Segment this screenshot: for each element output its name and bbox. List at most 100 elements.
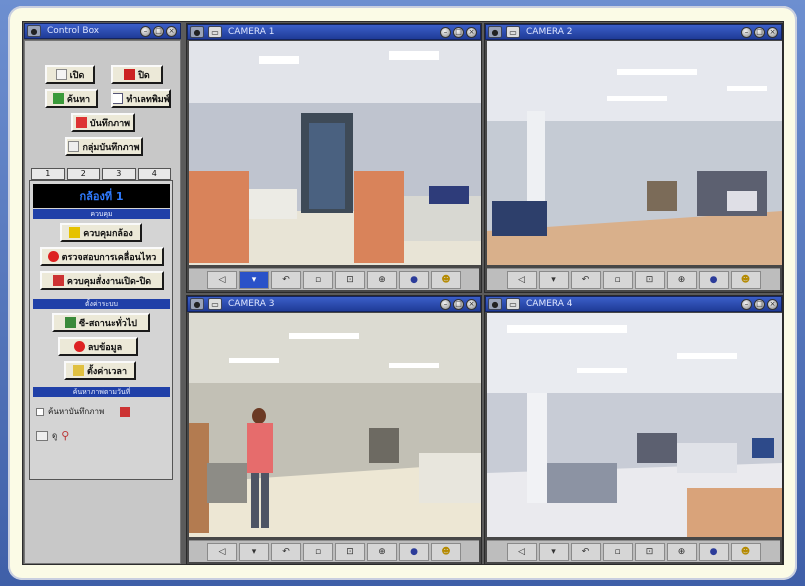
close-icon[interactable]: × xyxy=(767,298,778,310)
tab-3[interactable]: 3 xyxy=(102,168,136,180)
switch-control-button[interactable]: ควบคุมสั่งงานเปิด-ปิด xyxy=(40,271,164,290)
maximize-icon[interactable]: □ xyxy=(153,25,164,37)
magnifier-icon[interactable]: ⚲ xyxy=(61,429,69,442)
system-menu-icon[interactable]: ● xyxy=(190,298,204,310)
record-button[interactable]: บันทึกภาพ xyxy=(71,113,135,132)
search-record-label: ค้นหาบันทึกภาพ xyxy=(48,407,105,416)
tab-1[interactable]: 1 xyxy=(31,168,65,180)
minimize-icon[interactable]: – xyxy=(741,298,752,310)
folder-icon[interactable] xyxy=(36,430,48,441)
close-icon xyxy=(124,69,136,80)
maximize-icon[interactable]: □ xyxy=(453,26,464,38)
camera-3-toolbar: ◁ ▾ ↶ ▫ ⊡ ⊕ ● ☻ xyxy=(189,540,479,562)
tab-4[interactable]: 4 xyxy=(137,168,171,180)
globe-icon[interactable]: ● xyxy=(399,270,429,289)
minimize-icon[interactable]: – xyxy=(440,298,451,310)
zoom-in-icon[interactable]: ◁ xyxy=(207,270,237,289)
person-icon[interactable]: ☻ xyxy=(730,542,761,561)
pan-left-icon[interactable]: ↶ xyxy=(271,542,301,561)
motion-detect-button[interactable]: ตรวจสอบการเคลื่อนไหว xyxy=(40,247,164,266)
system-menu-icon[interactable]: ● xyxy=(488,298,502,310)
group-record-button[interactable]: กลุ่มบันทึกภาพ xyxy=(65,137,143,156)
time-setting-label: ตั้งค่าเวลา xyxy=(86,366,127,377)
camera-icon: ▭ xyxy=(208,298,222,310)
zoom-in-icon[interactable]: ◁ xyxy=(506,542,537,561)
person-icon[interactable]: ☻ xyxy=(431,542,461,561)
camera-2-titlebar[interactable]: ● ▭ CAMERA 2 – □ × xyxy=(485,24,782,40)
snapshot-icon[interactable]: ⊡ xyxy=(634,542,665,561)
print-button-label: ทำเลทพิมพ์ xyxy=(126,94,170,105)
minimize-icon[interactable]: – xyxy=(140,25,151,37)
maximize-icon[interactable]: □ xyxy=(754,26,765,38)
tilt-down-icon[interactable]: ▾ xyxy=(239,542,269,561)
minimize-icon[interactable]: – xyxy=(741,26,752,38)
person-icon[interactable]: ☻ xyxy=(730,270,761,289)
open-button-label: เปิด xyxy=(69,70,85,81)
camera-1-titlebar[interactable]: ● ▭ CAMERA 1 – □ × xyxy=(187,24,481,40)
control-panel-titlebar[interactable]: ● Control Box – □ × xyxy=(24,23,181,39)
tilt-down-icon[interactable]: ▾ xyxy=(538,270,569,289)
person-icon[interactable]: ☻ xyxy=(431,270,461,289)
motion-detect-label: ตรวจสอบการเคลื่อนไหว xyxy=(61,252,157,263)
system-menu-icon[interactable]: ● xyxy=(190,26,204,38)
checkbox-icon[interactable] xyxy=(36,407,44,416)
close-icon[interactable]: × xyxy=(466,298,477,310)
globe-icon[interactable]: ● xyxy=(698,542,729,561)
calendar-icon[interactable] xyxy=(120,406,131,417)
pan-right-icon[interactable]: ▫ xyxy=(303,542,333,561)
camera-2-toolbar: ◁ ▾ ↶ ▫ ⊡ ⊕ ● ☻ xyxy=(487,268,780,290)
snapshot-icon[interactable]: ⊡ xyxy=(634,270,665,289)
tab-2[interactable]: 2 xyxy=(66,168,100,180)
pan-right-icon[interactable]: ▫ xyxy=(602,542,633,561)
control-panel-title: Control Box xyxy=(47,26,100,36)
time-setting-button[interactable]: ตั้งค่าเวลา xyxy=(64,361,136,380)
status-button[interactable]: ซี-สถานะทั่วไป xyxy=(52,313,150,332)
maximize-icon[interactable]: □ xyxy=(453,298,464,310)
camera-4-feed[interactable] xyxy=(487,313,782,537)
camera-icon: ▭ xyxy=(506,298,520,310)
maximize-icon[interactable]: □ xyxy=(754,298,765,310)
print-button[interactable]: ทำเลทพิมพ์ xyxy=(111,89,171,108)
zoom-in-icon[interactable]: ◁ xyxy=(207,542,237,561)
pan-left-icon[interactable]: ↶ xyxy=(570,270,601,289)
globe-icon[interactable]: ● xyxy=(698,270,729,289)
group-record-icon xyxy=(68,141,80,152)
tilt-down-icon[interactable]: ▾ xyxy=(538,542,569,561)
camera-control-subpanel: กล้องที่ 1 ควบคุม ควบคุมกล้อง ตรวจสอบการ… xyxy=(29,180,173,480)
camera-3-titlebar[interactable]: ● ▭ CAMERA 3 – □ × xyxy=(187,296,481,312)
tilt-down-icon[interactable]: ▾ xyxy=(239,270,269,289)
minimize-icon[interactable]: – xyxy=(440,26,451,38)
camera-4-titlebar[interactable]: ● ▭ CAMERA 4 – □ × xyxy=(485,296,782,312)
system-menu-icon[interactable]: ● xyxy=(27,25,41,37)
zoom-in-icon[interactable]: ◁ xyxy=(506,270,537,289)
camera-control-button[interactable]: ควบคุมกล้อง xyxy=(60,223,142,242)
lock-icon[interactable]: ⊕ xyxy=(666,270,697,289)
camera-1-feed[interactable] xyxy=(189,41,481,265)
close-icon[interactable]: × xyxy=(466,26,477,38)
pan-left-icon[interactable]: ↶ xyxy=(570,542,601,561)
camera-1-toolbar: ◁ ▾ ↶ ▫ ⊡ ⊕ ● ☻ xyxy=(189,268,479,290)
pan-left-icon[interactable]: ↶ xyxy=(271,270,301,289)
system-menu-icon[interactable]: ● xyxy=(488,26,502,38)
snapshot-icon[interactable]: ⊡ xyxy=(335,542,365,561)
lock-icon[interactable]: ⊕ xyxy=(367,542,397,561)
pan-right-icon[interactable]: ▫ xyxy=(303,270,333,289)
camera-2-feed[interactable] xyxy=(487,41,782,265)
section-control-header: ควบคุม xyxy=(33,209,170,219)
close-icon[interactable]: × xyxy=(767,26,778,38)
search-button[interactable]: ค้นหา xyxy=(45,89,98,108)
camera-3-feed[interactable] xyxy=(189,313,481,537)
camera-window-4: ● ▭ CAMERA 4 – □ × ◁ ▾ ↶ ▫ ⊡ ⊕ ● ☻ xyxy=(484,295,783,565)
open-button[interactable]: เปิด xyxy=(45,65,95,84)
globe-icon[interactable]: ● xyxy=(399,542,429,561)
close-button[interactable]: ปิด xyxy=(111,65,163,84)
pan-right-icon[interactable]: ▫ xyxy=(602,270,633,289)
snapshot-icon[interactable]: ⊡ xyxy=(335,270,365,289)
camera-number-tabs: 1 2 3 4 xyxy=(31,168,171,180)
delete-data-button[interactable]: ลบข้อมูล xyxy=(58,337,138,356)
close-icon[interactable]: × xyxy=(166,25,177,37)
lock-icon[interactable]: ⊕ xyxy=(367,270,397,289)
group-record-button-label: กลุ่มบันทึกภาพ xyxy=(82,142,140,153)
lock-icon[interactable]: ⊕ xyxy=(666,542,697,561)
search-button-label: ค้นหา xyxy=(66,94,91,105)
